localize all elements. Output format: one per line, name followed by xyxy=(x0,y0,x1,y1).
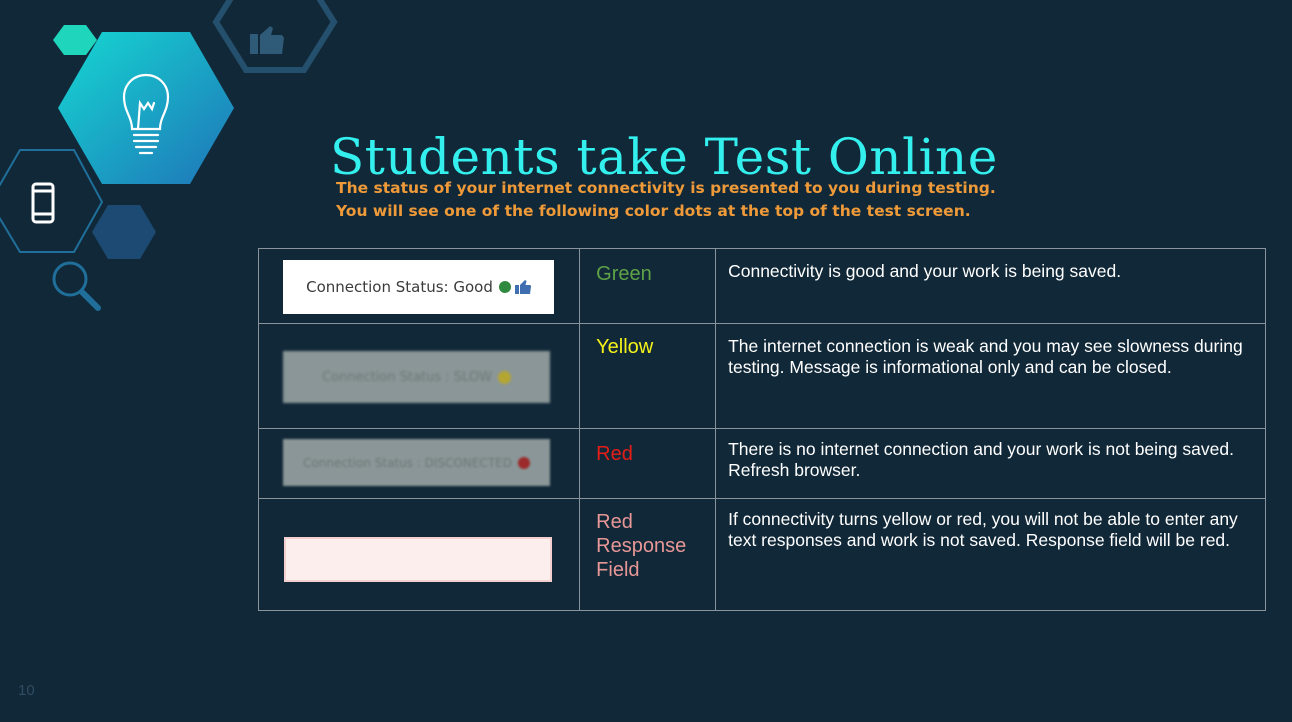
color-name-cell: Yellow xyxy=(579,323,717,429)
status-disconnected-label: Connection Status : DISCONECTED xyxy=(303,455,512,470)
description-cell: Connectivity is good and your work is be… xyxy=(715,248,1266,324)
small-mint-hexagon xyxy=(53,25,97,55)
status-slow-screenshot: Connection Status : SLOW xyxy=(283,351,550,403)
outline-hexagon-left xyxy=(0,149,104,253)
color-name-red: Red xyxy=(596,443,633,465)
description-red-response-field: If connectivity turns yellow or red, you… xyxy=(728,509,1238,550)
red-dot-icon xyxy=(517,456,530,469)
color-name-line: Red xyxy=(596,511,633,533)
connection-status-table: Connection Status: Good Green Connectivi… xyxy=(257,248,1266,611)
description-yellow: The internet connection is weak and you … xyxy=(728,336,1243,377)
description-red: There is no internet connection and your… xyxy=(728,439,1234,480)
color-name-cell: Red xyxy=(579,428,717,499)
magnifier-icon xyxy=(52,261,101,311)
color-name-cell: Green xyxy=(579,248,717,324)
table-row-yellow: Connection Status : SLOW Yellow The inte… xyxy=(257,323,1266,429)
status-disconnected-screenshot: Connection Status : DISCONECTED xyxy=(283,439,550,486)
thumbs-up-icon xyxy=(514,280,531,294)
color-name-line: Field xyxy=(596,559,640,581)
color-name-line: Response xyxy=(596,535,687,557)
description-cell: There is no internet connection and your… xyxy=(715,428,1266,499)
color-name-red-response-field: Red Response Field xyxy=(580,499,715,582)
table-row-red-response-field: Red Response Field If connectivity turns… xyxy=(257,498,1266,611)
filled-blue-hexagon xyxy=(92,205,156,259)
table-row-red: Connection Status : DISCONECTED Red Ther… xyxy=(257,428,1266,499)
color-name-green: Green xyxy=(596,263,652,285)
screenshot-cell: Connection Status : DISCONECTED xyxy=(257,428,581,499)
slide-subtitle: The status of your internet connectivity… xyxy=(336,177,996,223)
table-row-green: Connection Status: Good Green Connectivi… xyxy=(257,248,1266,324)
subtitle-line-1: The status of your internet connectivity… xyxy=(336,179,996,197)
yellow-dot-icon xyxy=(497,370,511,384)
status-slow-label: Connection Status : SLOW xyxy=(322,369,492,385)
screenshot-cell: Connection Status : SLOW xyxy=(257,323,581,429)
description-green: Connectivity is good and your work is be… xyxy=(728,261,1122,281)
description-cell: If connectivity turns yellow or red, you… xyxy=(715,498,1266,611)
status-good-screenshot: Connection Status: Good xyxy=(283,260,554,314)
status-good-label: Connection Status: Good xyxy=(306,278,493,296)
green-dot-icon xyxy=(498,281,511,293)
color-name-cell: Red Response Field xyxy=(579,498,717,611)
description-cell: The internet connection is weak and you … xyxy=(715,323,1266,429)
subtitle-line-2: You will see one of the following color … xyxy=(336,202,971,220)
screenshot-cell: Connection Status: Good xyxy=(257,248,581,324)
color-name-yellow: Yellow xyxy=(596,336,654,358)
page-number: 10 xyxy=(18,682,35,699)
red-response-field-sample xyxy=(284,537,552,582)
thumbs-up-icon xyxy=(250,26,284,54)
screenshot-cell xyxy=(257,498,581,611)
smartphone-icon xyxy=(31,182,55,224)
